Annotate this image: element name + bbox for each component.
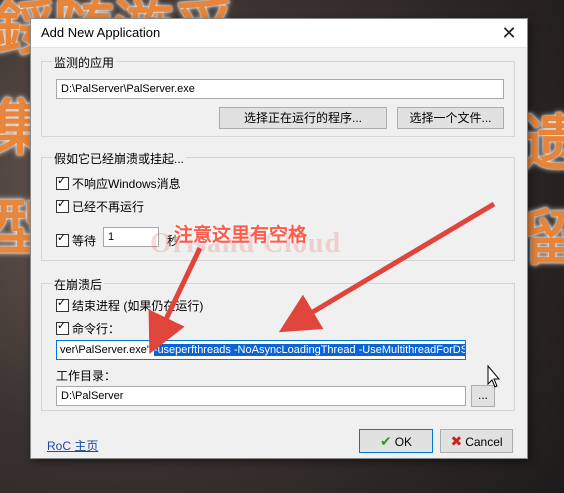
arrow-to-arguments (278, 201, 496, 333)
arrow-to-space (148, 246, 203, 355)
annotation-arrows (148, 201, 501, 388)
mouse-cursor-icon (487, 364, 501, 388)
